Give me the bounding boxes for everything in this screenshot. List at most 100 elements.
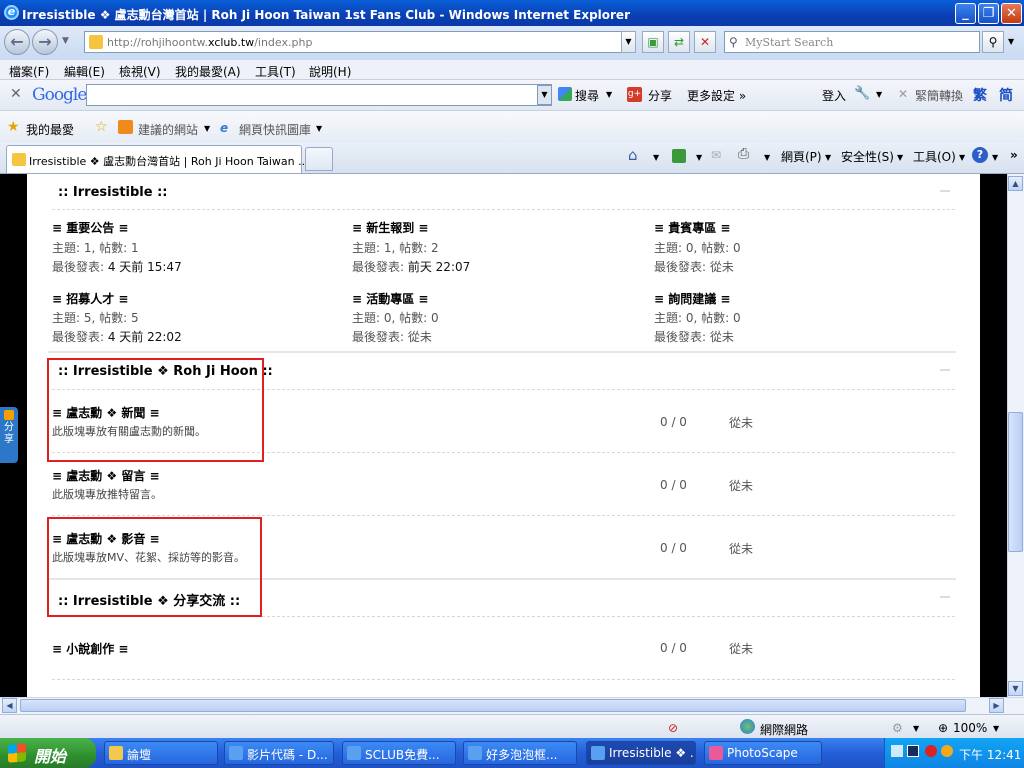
close-button[interactable]: ✕ [1001, 3, 1022, 24]
menu-favorites[interactable]: 我的最愛(A) [175, 63, 241, 80]
feeds-icon[interactable] [672, 149, 686, 163]
page-menu-button[interactable]: 網頁(P) [781, 148, 822, 165]
search-go-icon[interactable]: ⚲ [982, 31, 1004, 53]
minimize-button[interactable]: _ [955, 3, 976, 24]
suggested-sites-button[interactable]: 建議的網站 [138, 121, 198, 138]
taskbar-item[interactable]: 影片代碼 - D... [224, 741, 334, 765]
scroll-up-arrow[interactable]: ▲ [1008, 176, 1023, 191]
convert-button[interactable]: 緊簡轉換 [915, 87, 963, 104]
address-bar[interactable]: http://rohjihoontw.xclub.tw/index.php [84, 31, 636, 53]
web-slice-gallery-button[interactable]: 網頁快訊圖庫 [239, 121, 311, 138]
protected-dropdown-icon[interactable]: ▼ [913, 724, 919, 733]
google-search-input[interactable] [86, 84, 552, 106]
collapse-icon[interactable] [940, 596, 950, 598]
vertical-scroll-thumb[interactable] [1008, 412, 1023, 552]
address-dropdown-icon[interactable]: ▼ [621, 31, 636, 53]
taskbar-item[interactable]: SCLUB免費... [342, 741, 456, 765]
taskbar-item-active[interactable]: Irresistible ❖ ... [586, 741, 696, 765]
back-button[interactable]: ← [4, 29, 30, 55]
tools-dropdown-icon[interactable]: ▼ [959, 153, 965, 162]
google-search-dropdown-icon[interactable]: ▼ [537, 85, 552, 105]
forum-name[interactable]: ≡ 重要公告 ≡ [52, 219, 128, 236]
refresh-icon[interactable]: ⇄ [668, 31, 690, 53]
scroll-down-arrow[interactable]: ▼ [1008, 681, 1023, 696]
forum-name[interactable]: ≡ 詢問建議 ≡ [654, 290, 730, 307]
tray-icon[interactable] [907, 745, 919, 757]
popup-blocker-icon[interactable]: ⊘ [668, 721, 678, 735]
search-input[interactable]: ⚲ MyStart Search [724, 31, 980, 53]
more-tools-button[interactable]: » [1010, 148, 1018, 162]
new-tab-button[interactable] [305, 147, 333, 171]
horizontal-scroll-thumb[interactable] [20, 699, 966, 712]
web-slice-dropdown-icon[interactable]: ▼ [316, 124, 322, 133]
traditional-button[interactable]: 繁 [973, 85, 987, 105]
safety-dropdown-icon[interactable]: ▼ [897, 153, 903, 162]
tray-icon[interactable] [925, 745, 937, 757]
forum-name[interactable]: ≡ 小說創作 ≡ [52, 640, 128, 657]
floating-share-tab[interactable]: 分享 [0, 407, 18, 463]
google-search-button[interactable]: 搜尋 [575, 87, 599, 104]
web-slice-icon: e [220, 121, 229, 135]
home-dropdown-icon[interactable]: ▼ [653, 153, 659, 162]
stop-icon[interactable]: ✕ [694, 31, 716, 53]
more-settings-button[interactable]: 更多設定 » [687, 87, 746, 104]
section-title-irresistible[interactable]: :: Irresistible :: [58, 185, 168, 200]
simplified-button[interactable]: 简 [999, 85, 1013, 105]
scroll-left-arrow[interactable]: ◀ [2, 698, 17, 713]
menu-file[interactable]: 檔案(F) [9, 63, 49, 80]
safety-menu-button[interactable]: 安全性(S) [841, 148, 894, 165]
help-icon[interactable]: ? [972, 147, 988, 163]
home-icon[interactable]: ⌂ [628, 146, 638, 164]
page-dropdown-icon[interactable]: ▼ [825, 153, 831, 162]
forum-name[interactable]: ≡ 招募人才 ≡ [52, 290, 128, 307]
help-dropdown-icon[interactable]: ▼ [992, 153, 998, 162]
forum-name[interactable]: ≡ 盧志勳 ❖ 留言 ≡ [52, 467, 160, 484]
taskbar-item[interactable]: 論壇 [104, 741, 218, 765]
tab-active[interactable]: Irresistible ❖ 盧志勳台灣首站 | Roh Ji Hoon Tai… [6, 145, 309, 173]
compatibility-view-icon[interactable]: ▣ [642, 31, 664, 53]
share-logo-icon [4, 410, 14, 420]
clock[interactable]: 下午 12:41 [959, 746, 1021, 763]
url-prefix: http://rohjihoontw. [107, 36, 208, 49]
signin-button[interactable]: 登入 [822, 87, 846, 104]
zoom-dropdown-icon[interactable]: ▼ [993, 724, 999, 733]
forum-name[interactable]: ≡ 貴賓專區 ≡ [654, 219, 730, 236]
search-options-icon[interactable]: ▼ [1008, 37, 1014, 46]
close-toolbar-icon[interactable]: ✕ [10, 86, 22, 102]
forum-name[interactable]: ≡ 新生報到 ≡ [352, 219, 428, 236]
forward-button[interactable]: → [32, 29, 58, 55]
history-dropdown-icon[interactable]: ▼ [62, 36, 69, 46]
search-dropdown-icon[interactable]: ▼ [606, 90, 612, 99]
zoom-level[interactable]: 100% [953, 721, 987, 735]
add-favorite-icon[interactable]: ☆ [95, 119, 108, 135]
collapse-icon[interactable] [940, 369, 950, 371]
tray-icon[interactable] [941, 745, 953, 757]
ie-window-icon [591, 746, 605, 760]
mail-icon[interactable]: ✉ [711, 148, 721, 162]
taskbar-item[interactable]: PhotoScape [704, 741, 822, 765]
google-logo: Google [32, 85, 87, 105]
print-icon[interactable]: ⎙ [738, 146, 749, 162]
menu-tools[interactable]: 工具(T) [255, 63, 296, 80]
favorites-button[interactable]: 我的最愛 [26, 121, 74, 138]
forum-name[interactable]: ≡ 活動專區 ≡ [352, 290, 428, 307]
wrench-dropdown-icon[interactable]: ▼ [876, 90, 882, 99]
tools-menu-button[interactable]: 工具(O) [913, 148, 956, 165]
print-dropdown-icon[interactable]: ▼ [764, 153, 770, 162]
start-button[interactable]: 開始 [0, 738, 96, 768]
collapse-icon[interactable] [940, 190, 950, 192]
taskbar-item[interactable]: 好多泡泡框... [463, 741, 577, 765]
google-share-button[interactable]: 分享 [648, 87, 672, 104]
feeds-dropdown-icon[interactable]: ▼ [696, 153, 702, 162]
protected-mode-icon[interactable]: ⚙ [892, 721, 903, 735]
keyboard-icon[interactable] [891, 745, 903, 757]
maximize-button[interactable]: ❐ [978, 3, 999, 24]
menu-view[interactable]: 檢視(V) [119, 63, 161, 80]
menu-edit[interactable]: 編輯(E) [64, 63, 105, 80]
forum-topics: 主題: 1, 帖數: 1 [52, 241, 139, 255]
suggested-dropdown-icon[interactable]: ▼ [204, 124, 210, 133]
zoom-icon[interactable]: ⊕ [938, 721, 948, 735]
wrench-icon[interactable]: 🔧 [854, 86, 870, 101]
menu-help[interactable]: 說明(H) [309, 63, 351, 80]
scroll-right-arrow[interactable]: ▶ [989, 698, 1004, 713]
